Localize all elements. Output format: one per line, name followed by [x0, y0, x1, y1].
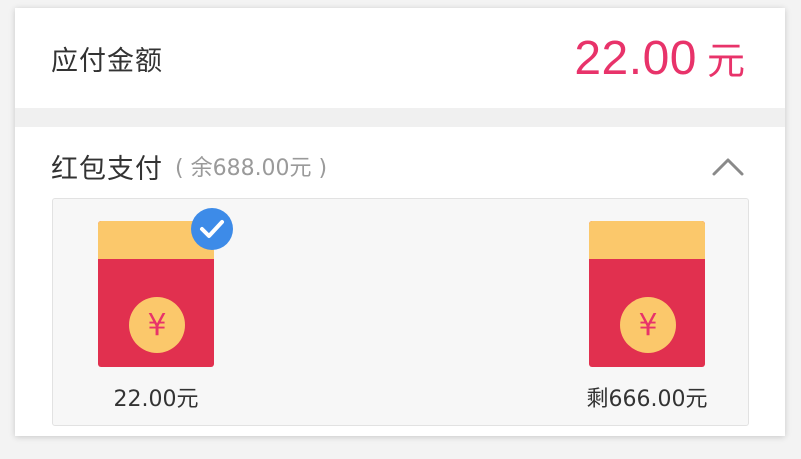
yuan-symbol: ¥	[147, 307, 167, 343]
payment-card: 应付金额 22.00 元 红包支付 ( 余688.00元 ) ¥ 22.00元 …	[15, 8, 785, 436]
red-packet-list: ¥ 22.00元 ¥ 剩666.00元	[52, 198, 749, 426]
red-packet-balance: ( 余688.00元 )	[175, 156, 328, 181]
red-packet-remaining: 剩666.00元	[586, 387, 708, 412]
red-packet-item-selected[interactable]: ¥ 22.00元	[86, 208, 233, 413]
checkmark-icon	[191, 208, 233, 250]
yuan-symbol: ¥	[638, 307, 658, 343]
amount-due-number: 22.00	[574, 32, 697, 85]
chevron-up-icon[interactable]	[711, 155, 745, 177]
amount-due-label: 应付金额	[51, 45, 163, 77]
red-envelope-icon: ¥	[589, 221, 705, 367]
red-packet-title: 红包支付	[51, 153, 163, 185]
yuan-coin-icon: ¥	[129, 297, 185, 353]
red-packet-amount: 22.00元	[113, 387, 199, 412]
amount-due-row: 应付金额 22.00 元	[15, 8, 785, 108]
section-divider	[15, 108, 785, 127]
amount-due-value: 22.00 元	[574, 30, 745, 86]
red-packet-header[interactable]: 红包支付 ( 余688.00元 )	[15, 127, 785, 205]
envelope-flap	[589, 221, 705, 259]
red-packet-item[interactable]: ¥ 剩666.00元	[577, 221, 717, 413]
yuan-coin-icon: ¥	[620, 297, 676, 353]
amount-due-unit: 元	[706, 39, 745, 83]
red-envelope-icon: ¥	[98, 208, 233, 367]
